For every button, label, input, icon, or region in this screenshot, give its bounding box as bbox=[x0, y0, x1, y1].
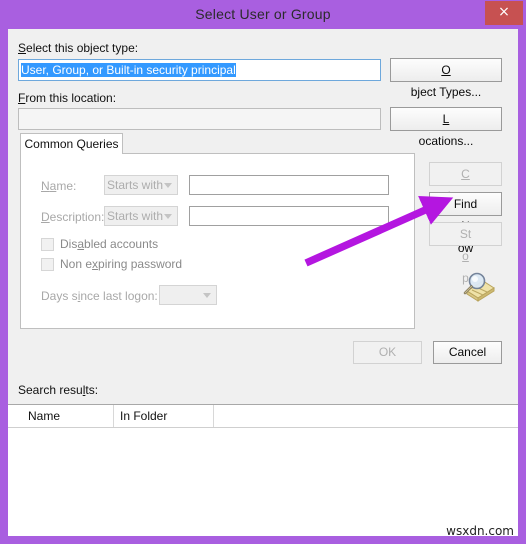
non-expiring-password-checkbox[interactable] bbox=[41, 258, 54, 271]
object-type-input[interactable]: User, Group, or Built-in security princi… bbox=[18, 59, 381, 81]
object-type-label: Select this object type: bbox=[18, 41, 139, 55]
search-results-header: Name In Folder bbox=[8, 405, 518, 428]
disabled-accounts-checkbox[interactable] bbox=[41, 238, 54, 251]
tab-panel-common-queries: Name: Starts with Description: Starts wi… bbox=[20, 153, 415, 329]
chevron-down-icon bbox=[164, 183, 172, 188]
magnifier-over-cards-icon bbox=[457, 269, 497, 305]
search-results-label: Search results: bbox=[18, 383, 99, 397]
object-types-button[interactable]: Object Types... bbox=[390, 58, 502, 99]
page-title: Select User or Group bbox=[195, 6, 331, 22]
columns-button[interactable]: Columns... bbox=[429, 162, 502, 203]
object-type-value: User, Group, or Built-in security princi… bbox=[21, 63, 236, 77]
days-since-logon-select[interactable] bbox=[159, 285, 217, 305]
dialog-window: Select User or Group × Select this objec… bbox=[0, 0, 526, 544]
chevron-down-icon bbox=[203, 293, 211, 298]
chevron-down-icon bbox=[164, 214, 172, 219]
column-header-in-folder[interactable]: In Folder bbox=[114, 405, 214, 427]
dialog-client-area: Select this object type: User, Group, or… bbox=[8, 29, 518, 536]
ok-button[interactable]: OK bbox=[353, 341, 422, 364]
disabled-accounts-label: Disabled accounts bbox=[60, 237, 159, 251]
find-now-button[interactable]: Find Now bbox=[429, 192, 502, 255]
search-results-list[interactable]: Name In Folder bbox=[8, 404, 518, 536]
title-bar: Select User or Group × bbox=[0, 0, 526, 29]
tab-control: Common Queries Name: Starts with Descrip… bbox=[20, 133, 415, 329]
query-description-input[interactable] bbox=[189, 206, 389, 226]
location-label: From this location: bbox=[18, 91, 117, 105]
query-name-label: Name: bbox=[41, 179, 77, 193]
watermark: wsxdn.com bbox=[446, 524, 514, 538]
non-expiring-password-label: Non expiring password bbox=[60, 257, 183, 271]
stop-button[interactable]: St o p bbox=[429, 222, 502, 285]
tab-common-queries[interactable]: Common Queries bbox=[20, 133, 123, 154]
days-since-logon-label: Days since last logon: bbox=[41, 289, 158, 303]
query-name-operator-select[interactable]: Starts with bbox=[104, 175, 178, 195]
locations-button[interactable]: Locations... bbox=[390, 107, 502, 148]
query-name-input[interactable] bbox=[189, 175, 389, 195]
location-input[interactable] bbox=[18, 108, 381, 130]
query-description-label: Description: bbox=[41, 210, 105, 224]
close-button[interactable]: × bbox=[485, 1, 523, 25]
column-header-name[interactable]: Name bbox=[22, 405, 114, 427]
cancel-button[interactable]: Cancel bbox=[433, 341, 502, 364]
close-icon: × bbox=[498, 4, 510, 20]
query-description-operator-select[interactable]: Starts with bbox=[104, 206, 178, 226]
